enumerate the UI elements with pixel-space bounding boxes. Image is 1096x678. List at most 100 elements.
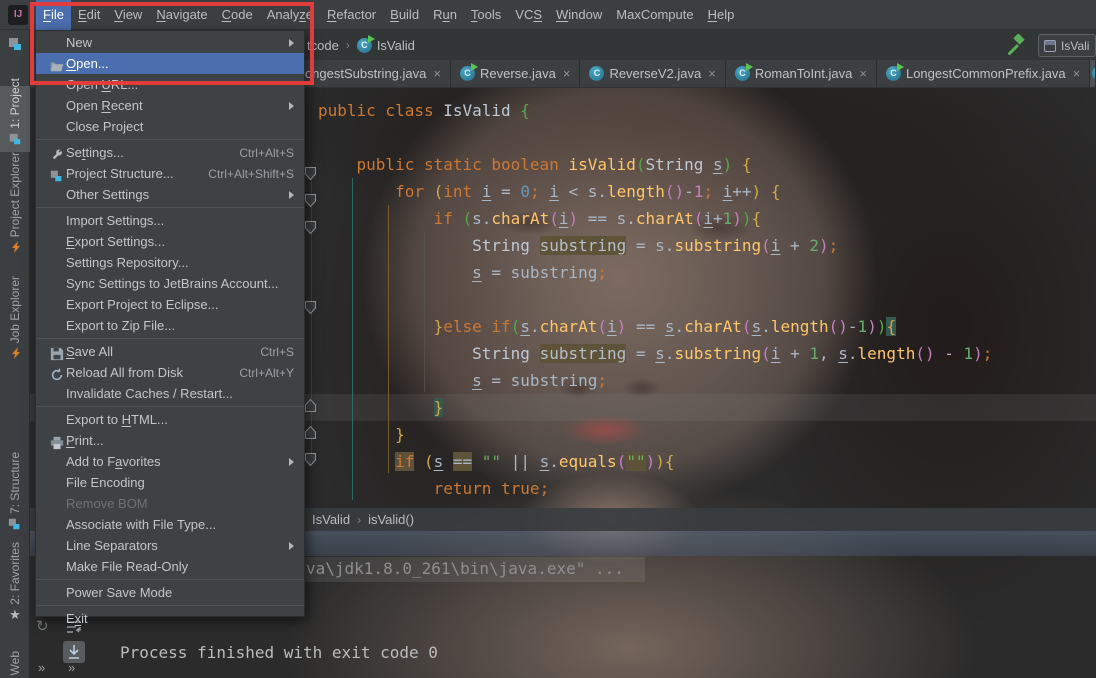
code-line: }else if(s.charAt(i) == s.charAt(s.lengt…: [433, 317, 897, 336]
menubar-item-refactor[interactable]: Refactor: [320, 0, 383, 30]
tab-close-icon[interactable]: ×: [1073, 67, 1081, 80]
menubar-item-edit[interactable]: Edit: [71, 0, 107, 30]
stripe-item-project-explorer[interactable]: Project Explorer: [0, 152, 30, 260]
menu-item-open-recent[interactable]: Open Recent: [36, 95, 304, 116]
stripe-item-1-project[interactable]: 1: Project: [0, 78, 30, 152]
stripe-label: Project Explorer: [8, 151, 22, 237]
crumb-separator: ›: [357, 512, 362, 527]
breadcrumb-class[interactable]: IsValid: [377, 38, 415, 53]
menu-item-make-file-read-only[interactable]: Make File Read-Only: [36, 556, 304, 577]
submenu-arrow-icon: [289, 541, 294, 550]
menubar-item-navigate[interactable]: Navigate: [149, 0, 214, 30]
crumb-method[interactable]: isValid(): [368, 512, 414, 527]
crumb-class[interactable]: IsValid: [312, 512, 350, 527]
menu-item-export-settings[interactable]: Export Settings...: [36, 231, 304, 252]
run-configuration-select[interactable]: IsVali: [1038, 34, 1096, 57]
menu-item-print[interactable]: Print...: [36, 430, 304, 451]
menu-item-label: Reload All from Disk: [66, 365, 184, 380]
menu-item-label: Print...: [66, 433, 104, 448]
menu-item-export-to-zip-file[interactable]: Export to Zip File...: [36, 315, 304, 336]
menu-item-export-to-html[interactable]: Export to HTML...: [36, 409, 304, 430]
menu-item-label: Associate with File Type...: [66, 517, 217, 532]
tab-close-icon[interactable]: ×: [859, 67, 867, 80]
tab-close-icon[interactable]: ×: [563, 67, 571, 80]
editor-tab-longestcommonprefix-java[interactable]: C LongestCommonPrefix.java ×: [877, 60, 1091, 87]
stripe-item-7-structure[interactable]: 7: Structure: [0, 435, 30, 537]
editor-tab-romantoint-java[interactable]: C RomanToInt.java ×: [726, 60, 877, 87]
menu-item-associate-with-file-type[interactable]: Associate with File Type...: [36, 514, 304, 535]
breadcrumb-package[interactable]: tcode: [307, 38, 339, 53]
menubar-item-vcs[interactable]: VCS: [508, 0, 549, 30]
code-line: }: [395, 425, 405, 444]
project-icon[interactable]: [7, 36, 23, 52]
menu-item-settings-repository[interactable]: Settings Repository...: [36, 252, 304, 273]
menu-item-label: Make File Read-Only: [66, 559, 189, 574]
menu-item-open[interactable]: Open...: [36, 53, 304, 74]
stripe-item-job-explorer[interactable]: Job Explorer: [0, 270, 30, 366]
fold-expand-icon[interactable]: [304, 452, 317, 467]
build-hammer-icon[interactable]: [1006, 34, 1028, 56]
menubar-item-build[interactable]: Build: [383, 0, 426, 30]
menu-item-open-url[interactable]: Open URL...: [36, 74, 304, 95]
menubar-item-run[interactable]: Run: [426, 0, 464, 30]
fold-expand-icon[interactable]: [304, 300, 317, 315]
code-line: s = substring;: [472, 263, 607, 282]
menu-item-save-all[interactable]: Save All Ctrl+S: [36, 341, 304, 362]
folder-open-icon: [43, 56, 64, 72]
star-icon: ★: [9, 607, 21, 622]
menu-item-label: Close Project: [66, 119, 144, 134]
menu-item-label: Export Settings...: [66, 234, 165, 249]
stripe-item-web[interactable]: Web: [0, 642, 30, 678]
menu-item-close-project[interactable]: Close Project: [36, 116, 304, 137]
menu-item-label: Open URL...: [66, 77, 139, 92]
class-icon: C: [885, 63, 904, 81]
menubar-item-view[interactable]: View: [107, 0, 149, 30]
menu-item-exit[interactable]: Exit: [36, 608, 304, 629]
menubar-item-file[interactable]: File: [36, 0, 71, 30]
fold-expand-icon[interactable]: [304, 166, 317, 181]
editor-tab-reversev2-java[interactable]: C ReverseV2.java ×: [580, 60, 726, 87]
stripe-item-2-favorites[interactable]: 2: Favorites ★: [0, 542, 30, 624]
fold-collapse-icon[interactable]: [304, 425, 317, 440]
menubar-item-maxcompute[interactable]: MaxCompute: [609, 0, 700, 30]
menu-separator: [36, 579, 304, 580]
menubar-item-tools[interactable]: Tools: [464, 0, 508, 30]
menubar-item-help[interactable]: Help: [701, 0, 742, 30]
editor-tab-active-partial[interactable]: C: [1090, 60, 1096, 87]
stripe-label: 1: Project: [8, 78, 22, 129]
menu-item-invalidate-caches-restart[interactable]: Invalidate Caches / Restart...: [36, 383, 304, 404]
menu-item-add-to-favorites[interactable]: Add to Favorites: [36, 451, 304, 472]
more-icon[interactable]: »: [38, 661, 45, 674]
menu-item-sync-settings-to-jetbrains-account[interactable]: Sync Settings to JetBrains Account...: [36, 273, 304, 294]
menu-item-settings[interactable]: Settings... Ctrl+Alt+S: [36, 142, 304, 163]
code-line: if (s.charAt(i) == s.charAt(i+1)){: [433, 209, 762, 228]
menu-item-power-save-mode[interactable]: Power Save Mode: [36, 582, 304, 603]
menubar-item-code[interactable]: Code: [215, 0, 260, 30]
fold-expand-icon[interactable]: [304, 220, 317, 235]
code-editor[interactable]: public class IsValid { public static boo…: [318, 97, 992, 502]
submenu-arrow-icon: [289, 101, 294, 110]
editor-tab-reverse-java[interactable]: C Reverse.java ×: [451, 60, 581, 87]
menu-item-line-separators[interactable]: Line Separators: [36, 535, 304, 556]
code-line: }: [433, 398, 444, 417]
menu-item-new[interactable]: New: [36, 32, 304, 53]
menu-item-other-settings[interactable]: Other Settings: [36, 184, 304, 205]
menu-shortcut: Ctrl+Alt+Y: [239, 365, 294, 380]
class-icon: C: [734, 63, 753, 81]
menu-item-reload-all-from-disk[interactable]: Reload All from Disk Ctrl+Alt+Y: [36, 362, 304, 383]
tab-close-icon[interactable]: ×: [433, 67, 441, 80]
explorer-icon: [8, 343, 22, 366]
menu-item-label: Line Separators: [66, 538, 158, 553]
tab-close-icon[interactable]: ×: [708, 67, 716, 80]
fold-collapse-icon[interactable]: [304, 398, 317, 413]
menubar-item-analyze[interactable]: Analyze: [260, 0, 320, 30]
menu-item-project-structure[interactable]: Project Structure... Ctrl+Alt+Shift+S: [36, 163, 304, 184]
menubar-item-window[interactable]: Window: [549, 0, 609, 30]
menu-item-export-project-to-eclipse[interactable]: Export Project to Eclipse...: [36, 294, 304, 315]
menu-item-import-settings[interactable]: Import Settings...: [36, 210, 304, 231]
more-icon[interactable]: »: [68, 661, 75, 674]
fold-expand-icon[interactable]: [304, 193, 317, 208]
file-menu-popup: New Open... Open URL... Open Recent Close Pr…: [35, 30, 305, 626]
menu-item-label: Save All: [66, 344, 113, 359]
menu-item-file-encoding[interactable]: File Encoding: [36, 472, 304, 493]
